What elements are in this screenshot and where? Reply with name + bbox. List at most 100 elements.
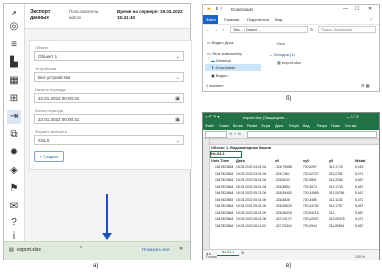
save-icon[interactable]: ▪ ↶ ↷ ▾: [206, 114, 219, 119]
start-date-input[interactable]: 22.01.2022 00:00:31 ▣: [34, 93, 184, 103]
table-cell[interactable]: 5,471: [355, 172, 363, 176]
table-cell[interactable]: 15.03.2022 04:01:04: [236, 172, 266, 176]
column-header[interactable]: y0: [329, 159, 333, 163]
nav-item-desktop[interactable]: ▬ Desktop: [211, 58, 231, 63]
table-cell[interactable]: 15.03.2022 06:01:00: [236, 211, 266, 215]
table-cell[interactable]: 312,1719: [329, 185, 343, 189]
table-cell[interactable]: 1647823664: [215, 217, 233, 221]
ribbon-tab[interactable]: Разра: [317, 124, 327, 128]
bar-chart-icon[interactable]: ▙: [7, 56, 21, 70]
table-cell[interactable]: 1647823664: [215, 211, 233, 215]
nav-item-video-disk[interactable]: ▭ Видео Диск: [207, 40, 233, 45]
nav-item-video[interactable]: ▣ Видео: [211, 73, 228, 78]
table-cell[interactable]: 15.03.2022 05:31:00: [236, 198, 266, 202]
table-cell[interactable]: 15.03.2022 05:01:04: [236, 185, 266, 189]
close-icon[interactable]: ✕: [179, 246, 183, 252]
table-cell[interactable]: -326,96328: [275, 211, 292, 215]
table-cell[interactable]: -327,02344: [275, 224, 292, 228]
table-cell[interactable]: 1647823664: [215, 185, 233, 189]
nav-item-this-pc[interactable]: ▭ Этот компьютер: [207, 51, 242, 56]
table-icon[interactable]: ▦: [7, 74, 21, 88]
table-cell[interactable]: 720,34565: [303, 191, 319, 195]
target-icon[interactable]: ◎: [7, 20, 21, 34]
column-header[interactable]: x0: [275, 159, 279, 163]
flag-icon[interactable]: ⚑: [7, 182, 21, 196]
table-cell[interactable]: -326,89453: [275, 191, 292, 195]
table-cell[interactable]: 5,467: [355, 204, 363, 208]
table-cell[interactable]: 312,09375: [329, 217, 345, 221]
column-header[interactable]: xy0: [303, 159, 309, 163]
devices-select[interactable]: Все устройства ⌄: [34, 72, 184, 82]
table-cell[interactable]: 720,42727: [303, 172, 319, 176]
ribbon-tab[interactable]: Форм: [261, 124, 270, 128]
objects-select[interactable]: Объект 1 ⌄: [34, 51, 184, 61]
table-cell[interactable]: -327,01172: [275, 217, 291, 221]
table-cell[interactable]: -326,7461: [275, 172, 290, 176]
tab-view[interactable]: Вид: [275, 17, 282, 22]
help-icon[interactable]: ?: [7, 216, 21, 230]
column-header[interactable]: Wstat: [355, 159, 365, 163]
table-cell[interactable]: 720,3574: [303, 185, 317, 189]
chevron-up-icon[interactable]: ^: [80, 246, 82, 252]
table-cell[interactable]: 311,89844: [329, 224, 344, 228]
back-icon[interactable]: ←: [206, 27, 210, 32]
ribbon-tab[interactable]: Помо: [331, 124, 340, 128]
tab-file[interactable]: Файл: [206, 17, 216, 22]
tab-home[interactable]: Главная: [224, 17, 239, 22]
download-file-name[interactable]: export.xlsx: [17, 247, 41, 253]
table-cell[interactable]: 1647823664: [215, 172, 233, 176]
network-icon[interactable]: ⧉: [7, 128, 21, 142]
table-cell[interactable]: -326,8594: [275, 185, 290, 189]
maximize-icon[interactable]: ☐: [355, 6, 359, 12]
up-icon[interactable]: ↑: [222, 27, 224, 32]
close-icon[interactable]: ✕: [368, 6, 372, 12]
table-cell[interactable]: -326,95625: [275, 204, 292, 208]
search-input[interactable]: Поиск: Downloads: [318, 26, 376, 33]
table-cell[interactable]: 5,467: [355, 211, 363, 215]
calendar-icon[interactable]: ▣: [175, 94, 180, 104]
ribbon-tab[interactable]: Данн: [275, 124, 283, 128]
formula-input[interactable]: [247, 131, 377, 138]
table-cell[interactable]: 15.03.2022 05:01:04: [236, 178, 266, 182]
table-cell[interactable]: 720,42537: [303, 217, 319, 221]
table-cell[interactable]: 15.03.2022 06:11:00: [236, 224, 266, 228]
mail-icon[interactable]: ✉: [7, 200, 21, 214]
table-cell[interactable]: 720,54216: [303, 211, 319, 215]
table-cell[interactable]: 1647823664: [215, 191, 233, 195]
table-cell[interactable]: 1647823664: [215, 198, 233, 202]
tab-share[interactable]: Поделиться: [247, 17, 269, 22]
table-cell[interactable]: 311,09766: [329, 191, 344, 195]
group-header[interactable]: ⌄ Сегодня (1): [269, 52, 295, 57]
ribbon-tab[interactable]: Что вы: [345, 124, 357, 128]
create-button[interactable]: + Создать: [34, 151, 64, 162]
ribbon-tab[interactable]: Рецен: [289, 124, 299, 128]
table-cell[interactable]: 15.03.2022 05:21:04: [236, 191, 266, 195]
window-controls-icon[interactable]: — ☐ ✕: [346, 114, 359, 119]
table-cell[interactable]: 312,2266: [329, 178, 343, 182]
table-cell[interactable]: 1647823664: [215, 204, 233, 208]
table-cell[interactable]: 312: [329, 211, 335, 215]
table-cell[interactable]: 312,1797: [329, 204, 343, 208]
add-sheet-icon[interactable]: ⊕: [241, 250, 244, 255]
table-cell[interactable]: 5,471: [355, 198, 363, 202]
layers-icon[interactable]: ◈: [7, 164, 21, 178]
column-name-header[interactable]: Имя: [277, 41, 285, 46]
ribbon-tab[interactable]: Вид: [303, 124, 310, 128]
table-cell[interactable]: -326,8828: [275, 198, 290, 202]
details-view-icon[interactable]: ☰ ▦: [361, 83, 369, 88]
sheet-tab[interactable]: Nc-03-1: [217, 250, 239, 256]
expand-icon[interactable]: ↗: [7, 7, 21, 21]
table-cell[interactable]: 5,467: [355, 224, 363, 228]
list-icon[interactable]: ≡: [7, 38, 21, 52]
table-cell[interactable]: 15.03.2022 05:41:00: [236, 204, 266, 208]
table-cell[interactable]: 720,3801: [303, 178, 317, 182]
table-cell[interactable]: 5,467: [355, 191, 363, 195]
ribbon-tab[interactable]: Файл: [205, 124, 214, 128]
table-cell[interactable]: 5,467: [355, 185, 363, 189]
file-item[interactable]: ▦ export.xlsx: [277, 60, 301, 65]
table-cell[interactable]: -326,8242: [275, 178, 290, 182]
help-icon[interactable]: ?: [370, 17, 372, 22]
table-cell[interactable]: 312,0781: [329, 172, 343, 176]
table-cell[interactable]: 720,5297: [303, 165, 317, 169]
table-cell[interactable]: 15.03.2022 04:01:04: [236, 165, 266, 169]
